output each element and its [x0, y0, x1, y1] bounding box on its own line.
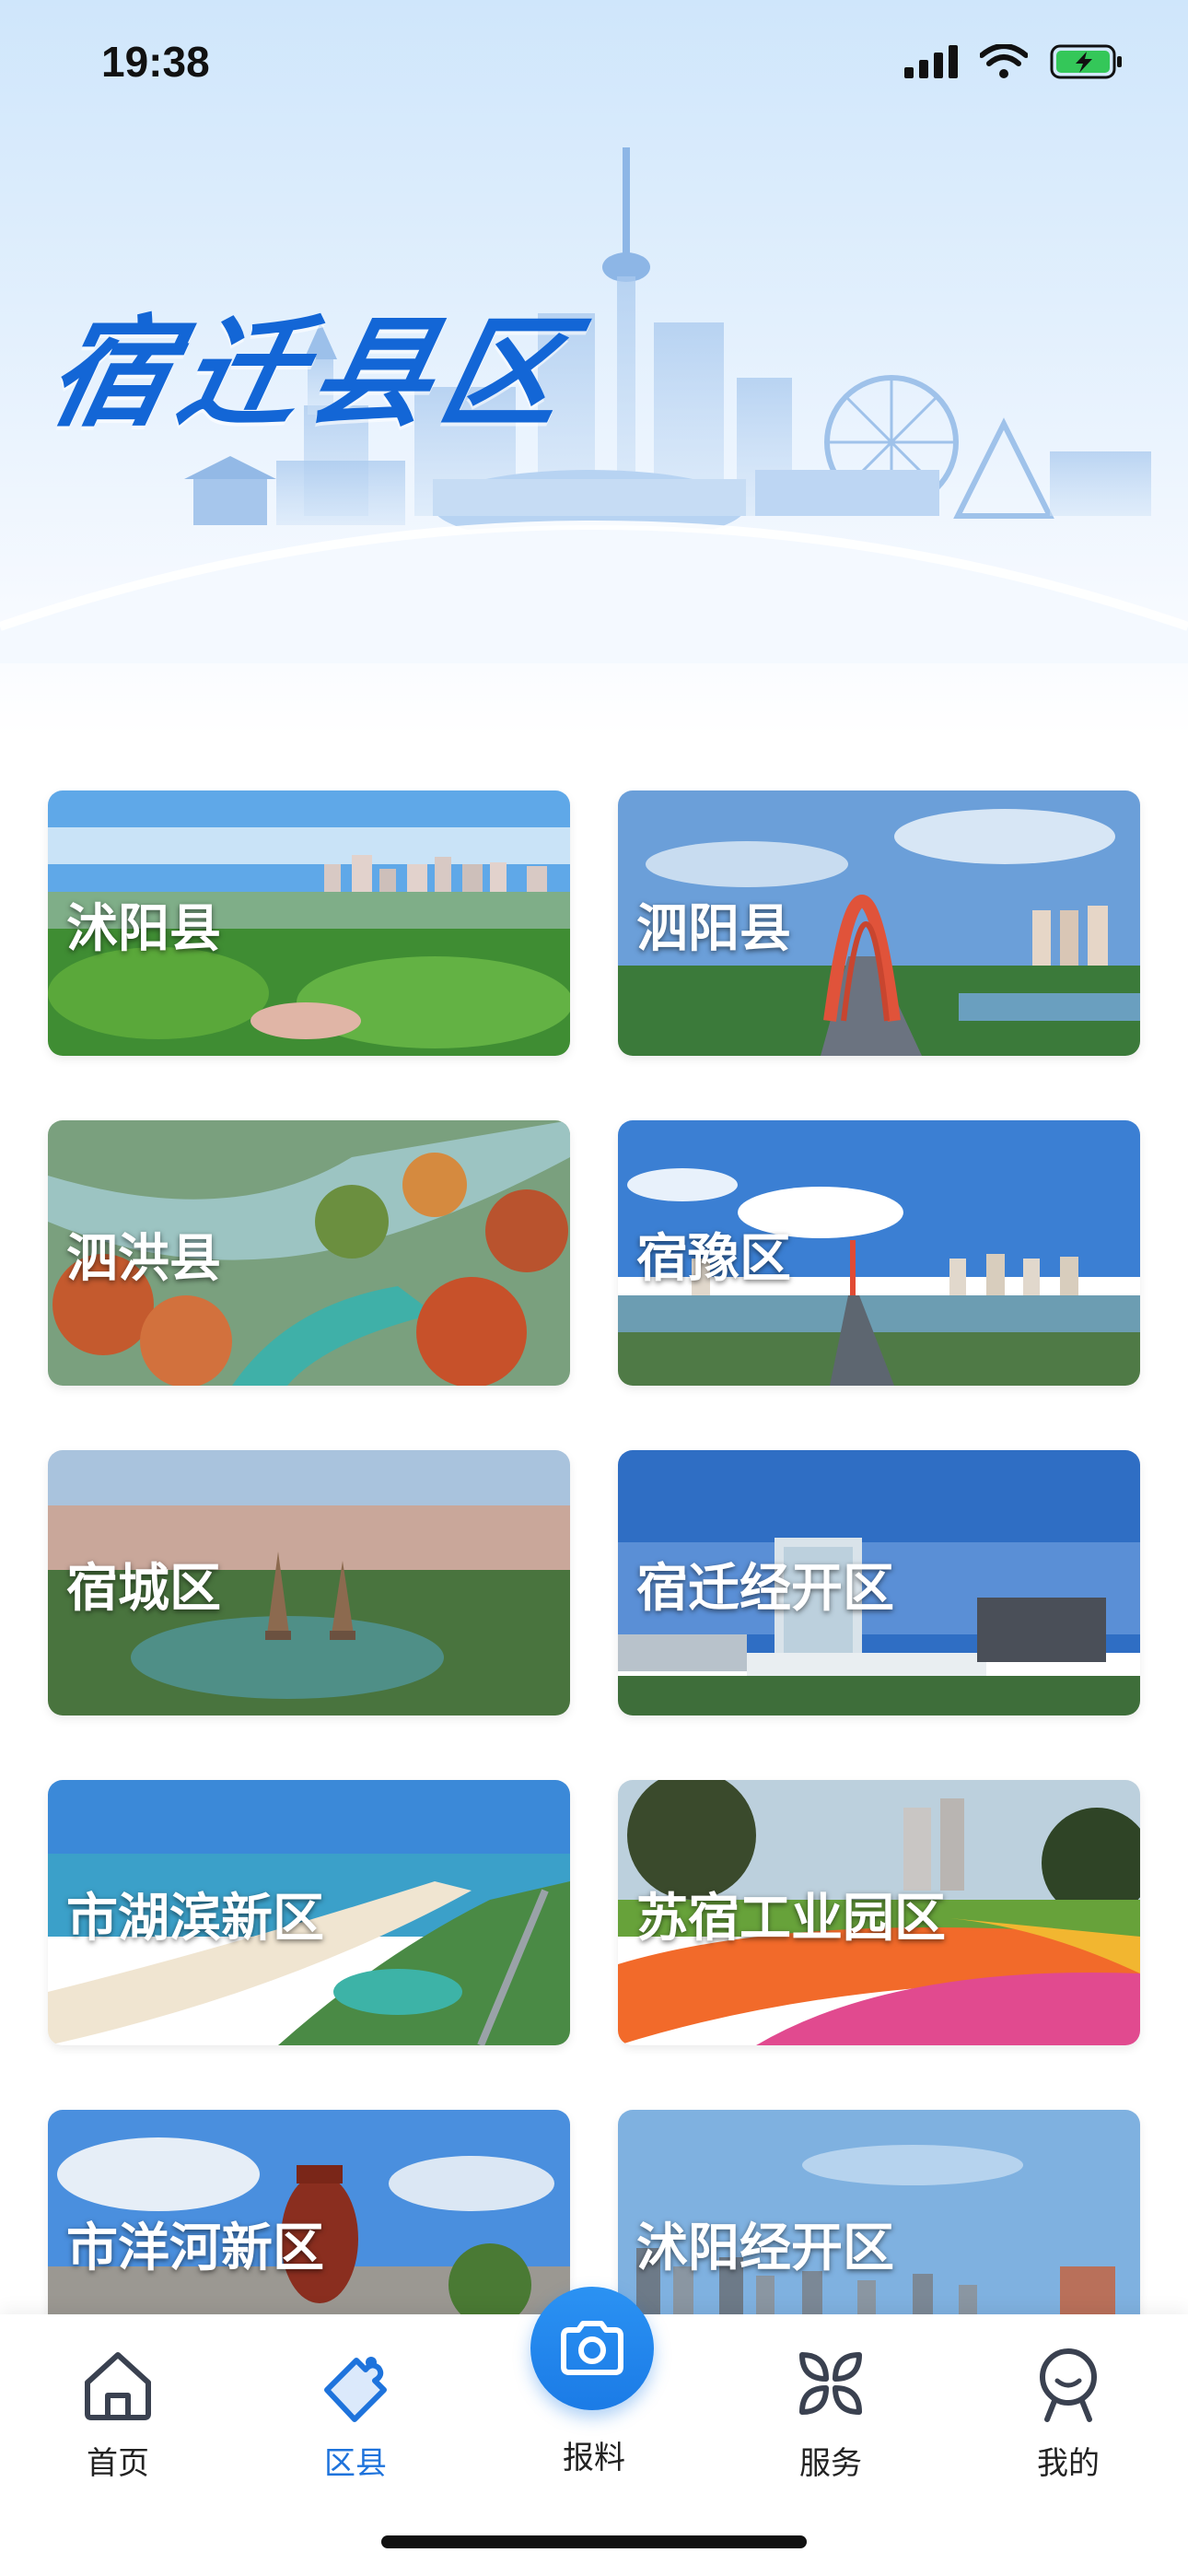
tab-home[interactable]: 首页 — [26, 2342, 210, 2489]
district-name: 沭阳经开区 — [636, 2219, 894, 2278]
page-title: 宿迁县区 — [36, 303, 589, 443]
tab-label: 区县 — [324, 2445, 387, 2482]
district-icon — [324, 2357, 387, 2422]
district-name: 宿豫区 — [636, 1229, 791, 1289]
district-name: 市洋河新区 — [66, 2219, 324, 2278]
district-card-suyu[interactable]: 宿豫区 — [618, 1120, 1140, 1386]
home-indicator — [381, 2535, 807, 2548]
district-name: 泗洪县 — [66, 1229, 221, 1289]
district-card-suqian-kaifaqu[interactable]: 宿迁经开区 — [618, 1450, 1140, 1715]
district-card-sihong[interactable]: 泗洪县 — [48, 1120, 570, 1386]
district-grid: 沭阳县 泗阳县 泗洪县 宿豫区 宿城区 宿迁经开区 市湖滨新区 苏宿工业园区 市… — [48, 790, 1140, 2375]
district-name: 宿城区 — [66, 1559, 221, 1619]
profile-icon — [1040, 2348, 1097, 2422]
report-camera-button[interactable] — [530, 2287, 654, 2410]
tab-profile[interactable]: 我的 — [976, 2342, 1160, 2489]
status-time: 19:38 — [101, 38, 210, 86]
district-card-sucheng[interactable]: 宿城区 — [48, 1450, 570, 1715]
district-card-hubin[interactable]: 市湖滨新区 — [48, 1780, 570, 2045]
tab-label: 服务 — [799, 2445, 862, 2482]
district-card-shuyang[interactable]: 沭阳县 — [48, 790, 570, 1056]
district-card-siyang[interactable]: 泗阳县 — [618, 790, 1140, 1056]
district-name: 市湖滨新区 — [66, 1889, 324, 1949]
district-name: 宿迁经开区 — [636, 1559, 894, 1619]
home-icon — [85, 2352, 151, 2420]
camera-icon — [561, 2321, 623, 2375]
district-name: 泗阳县 — [636, 899, 791, 959]
tab-district[interactable]: 区县 — [263, 2342, 448, 2489]
district-name: 苏宿工业园区 — [636, 1889, 946, 1949]
tab-label: 我的 — [1037, 2445, 1100, 2482]
status-bar: 19:38 — [0, 0, 1188, 129]
tab-report-label[interactable]: 报料 — [502, 2432, 686, 2477]
tab-label: 首页 — [87, 2445, 149, 2482]
battery-charging-icon — [1050, 44, 1122, 79]
tab-services[interactable]: 服务 — [739, 2342, 923, 2489]
cellular-signal-icon — [904, 45, 958, 78]
district-card-susu-park[interactable]: 苏宿工业园区 — [618, 1780, 1140, 2045]
district-name: 沭阳县 — [66, 899, 221, 959]
wifi-icon — [980, 44, 1028, 78]
services-icon — [799, 2352, 862, 2415]
